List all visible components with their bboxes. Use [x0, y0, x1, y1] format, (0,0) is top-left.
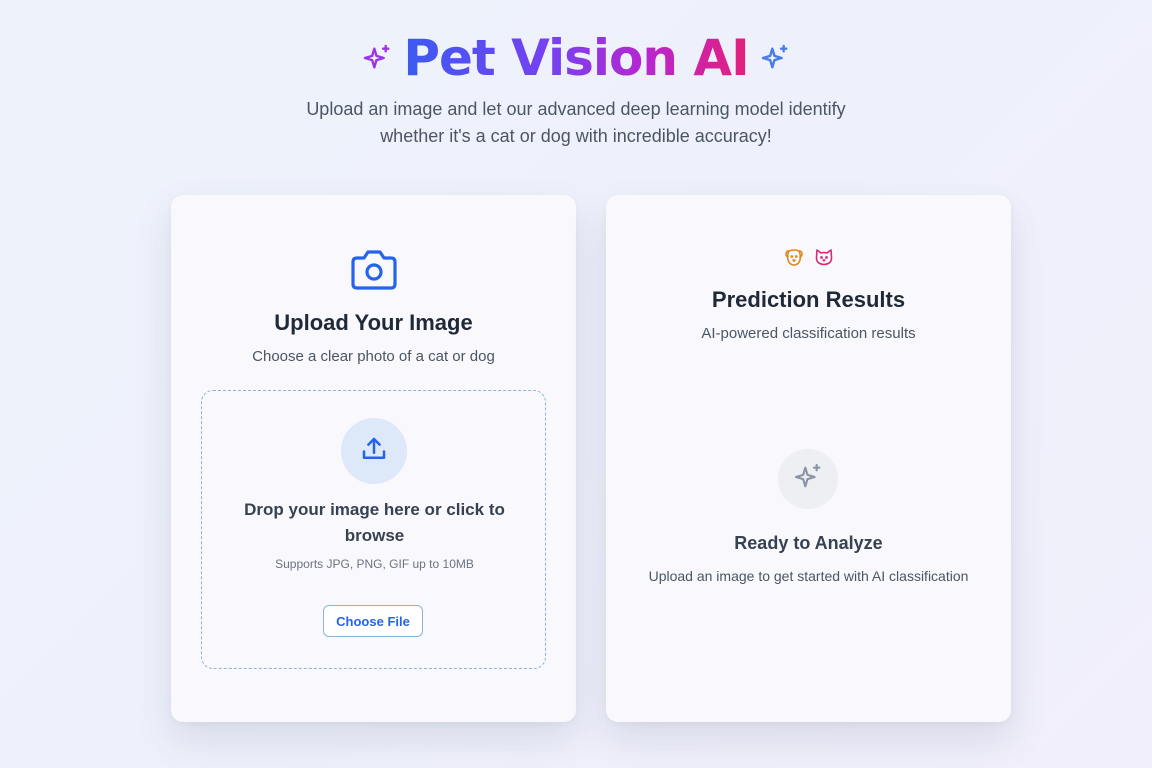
page-subtitle: Upload an image and let our advanced dee…	[306, 99, 846, 146]
camera-icon	[349, 248, 399, 292]
image-dropzone[interactable]: Drop your image here or click to browse …	[201, 390, 546, 669]
upload-card-subtitle: Choose a clear photo of a cat or dog	[252, 348, 495, 365]
results-card-title: Prediction Results	[711, 287, 906, 312]
app-title: Pet Vision AI	[403, 29, 749, 87]
choose-file-button[interactable]: Choose File	[323, 605, 423, 637]
upload-icon-container	[341, 418, 407, 484]
upload-card: Upload Your Image Choose a clear photo o…	[171, 195, 576, 722]
results-card: Prediction Results AI-powered classifica…	[606, 195, 1011, 722]
dropzone-hint: Supports JPG, PNG, GIF up to 10MB	[275, 557, 474, 571]
empty-state-icon-container	[778, 449, 838, 509]
results-card-subtitle: AI-powered classification results	[701, 325, 916, 342]
upload-icon	[359, 434, 389, 469]
title-row: Pet Vision AI	[0, 28, 1152, 88]
upload-card-title: Upload Your Image	[274, 310, 473, 335]
page-header: Pet Vision AI Upload an image and let ou…	[0, 28, 1152, 150]
sparkles-icon	[792, 461, 824, 498]
cat-icon	[814, 247, 834, 267]
sparkles-icon	[361, 42, 393, 74]
empty-state-title: Ready to Analyze	[734, 533, 883, 553]
pet-icons	[606, 247, 1011, 267]
empty-state-subtitle: Upload an image to get started with AI c…	[648, 568, 969, 584]
dog-icon	[784, 247, 804, 267]
dropzone-text: Drop your image here or click to browse	[244, 500, 505, 545]
sparkles-icon	[759, 42, 791, 74]
